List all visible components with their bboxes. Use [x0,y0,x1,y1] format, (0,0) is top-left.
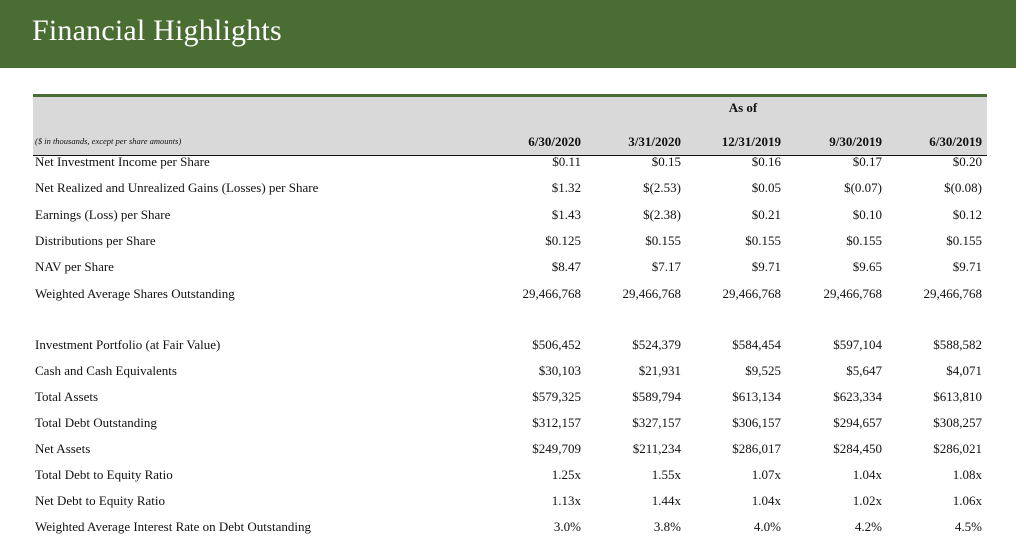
page-title: Financial Highlights [32,14,282,47]
row-label: Total Debt to Equity Ratio [35,467,173,482]
table-cell: $0.11 [552,154,581,169]
column-header: 3/31/2020 [628,134,681,149]
table-cell: 4.2% [854,519,882,534]
table-cell: $(0.07) [844,180,882,196]
table-cell: $(0.08) [944,180,982,196]
table-cell: 29,466,768 [622,285,682,301]
table-cell: $0.21 [751,206,781,222]
table-cell: $5,647 [846,363,882,378]
table-cell: 1.55x [651,467,681,482]
table-cell: 29,466,768 [722,285,782,301]
table-cell: $1.43 [551,206,581,222]
units-note: ($ in thousands, except per share amount… [35,136,182,146]
table-cell: $308,257 [933,415,982,430]
table-cell: $589,794 [632,389,681,404]
table-cell: 1.04x [852,467,882,482]
table-cell: $0.155 [745,232,781,248]
title-banner: Financial Highlights [0,0,1016,68]
table-cell: 29,466,768 [522,285,582,301]
table-cell: 1.13x [551,493,581,508]
table-cell: 1.25x [551,467,581,482]
table-cell: 1.04x [751,493,781,508]
table-cell: $306,157 [732,415,781,430]
table-cell: 3.0% [553,519,581,534]
table-cell: $524,379 [632,337,681,352]
table-cell: $0.05 [751,180,781,196]
row-label: Total Debt Outstanding [35,415,157,430]
table-cell: $286,021 [933,441,982,456]
table-cell: $9.71 [751,259,781,275]
row-label: NAV per Share [35,259,114,275]
table-cell: $30,103 [538,363,581,378]
table-cell: $0.155 [946,232,982,248]
table-cell: $(2.38) [643,206,681,222]
table-cell: $0.20 [952,154,982,169]
table-cell: $584,454 [732,337,781,352]
table-cell: $(2.53) [643,180,681,196]
table-cell: $8.47 [551,259,581,275]
column-header: 12/31/2019 [721,134,781,149]
table-cell: $21,931 [638,363,681,378]
table-cell: $0.10 [852,206,882,222]
table-cell: 1.02x [852,493,882,508]
column-header: 6/30/2019 [929,134,982,149]
table-cell: $579,325 [532,389,581,404]
row-label: Total Assets [35,389,99,404]
table-cell: $0.15 [651,154,681,169]
table-cell: $9,525 [745,363,781,378]
table-cell: $312,157 [532,415,581,430]
row-label: Weighted Average Shares Outstanding [35,285,235,301]
table-cell: 3.8% [653,519,681,534]
row-label: Earnings (Loss) per Share [35,206,171,222]
table-cell: $0.155 [645,232,681,248]
table-cell: 4.5% [954,519,982,534]
table-cell: 1.07x [751,467,781,482]
table-cell: $623,334 [833,389,882,404]
table-cell: $9.71 [952,259,982,275]
table-cell: 4.0% [753,519,781,534]
table-cell: $327,157 [632,415,681,430]
column-header: 9/30/2019 [829,134,882,149]
row-label: Cash and Cash Equivalents [35,363,177,378]
table-cell: $249,709 [532,441,581,456]
table-cell: 29,466,768 [923,285,983,301]
as-of-label: As of [728,100,758,115]
table-cell: $0.155 [846,232,882,248]
table-cell: 1.08x [952,467,982,482]
table-cell: $284,450 [833,441,882,456]
table-cell: $0.16 [751,154,781,169]
table-cell: 29,466,768 [823,285,883,301]
row-label: Net Assets [35,441,91,456]
row-label: Weighted Average Interest Rate on Debt O… [35,519,311,534]
table-cell: 1.44x [651,493,681,508]
table-cell: $211,234 [632,441,681,456]
table-cell: $588,582 [933,337,982,352]
table-cell: $7.17 [651,259,681,275]
table-cell: $0.17 [852,154,882,169]
table-cell: $286,017 [732,441,781,456]
table-cell: $597,104 [833,337,882,352]
row-label: Net Debt to Equity Ratio [35,493,165,508]
table-cell: $613,810 [933,389,982,404]
table-cell: $294,657 [833,415,882,430]
table-cell: $9.65 [852,259,882,275]
column-header: 6/30/2020 [528,134,581,149]
table-cell: $506,452 [532,337,581,352]
table-cell: $4,071 [946,363,982,378]
row-label: Investment Portfolio (at Fair Value) [35,337,221,352]
table-cell: $0.125 [545,232,581,248]
row-label: Distributions per Share [35,232,156,248]
table-cell: $1.32 [551,180,581,196]
table-cell: 1.06x [952,493,982,508]
table-cell: $0.12 [952,206,982,222]
row-label: Net Investment Income per Share [35,154,210,169]
table-cell: $613,134 [732,389,781,404]
row-label: Net Realized and Unrealized Gains (Losse… [35,180,319,196]
